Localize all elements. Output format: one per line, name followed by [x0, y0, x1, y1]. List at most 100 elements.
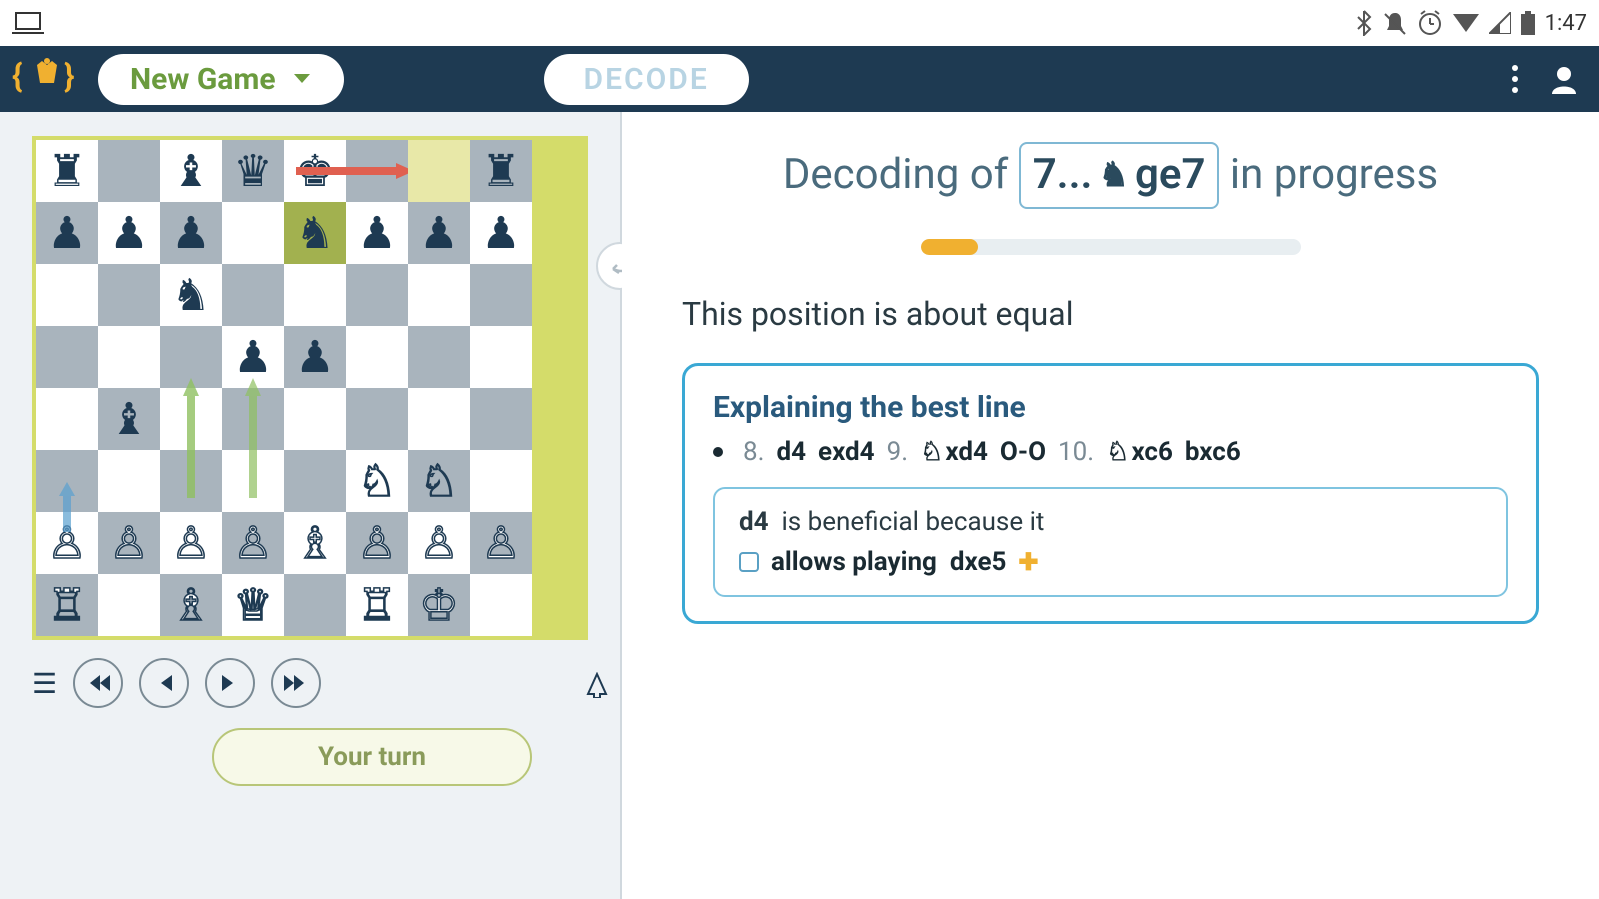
move[interactable]: exd4 [818, 437, 875, 467]
position-eval: This position is about equal [682, 295, 1539, 333]
board-square[interactable]: ♟ [470, 202, 532, 264]
board-square[interactable]: ♟ [284, 326, 346, 388]
board-square[interactable] [346, 388, 408, 450]
board-square[interactable] [408, 326, 470, 388]
prev-move-button[interactable] [139, 658, 189, 708]
board-square[interactable]: ♘ [408, 450, 470, 512]
board-square[interactable]: ♙ [36, 512, 98, 574]
chess-board[interactable]: ♜♝♛♚♜♟♟♟♞♟♟♟♞♟♟♝♘♘♙♙♙♙♗♙♙♙♖♗♕♖♔ [32, 136, 588, 640]
user-icon[interactable] [1549, 64, 1579, 94]
board-square[interactable]: ♟ [36, 202, 98, 264]
menu-icon[interactable]: ☰ [32, 667, 57, 700]
bell-off-icon [1383, 10, 1407, 36]
svg-text:}: } [64, 57, 75, 95]
board-square[interactable] [346, 140, 408, 202]
board-square[interactable] [408, 140, 470, 202]
move[interactable]: O-O [1000, 437, 1046, 467]
plus-icon[interactable]: ✚ [1018, 548, 1038, 576]
chess-piece: ♟ [357, 211, 396, 255]
board-square[interactable] [98, 326, 160, 388]
checkbox-icon[interactable] [739, 552, 759, 572]
board-square[interactable] [222, 264, 284, 326]
move[interactable]: ♘xc6 [1106, 437, 1173, 467]
collapse-icon[interactable] [586, 672, 608, 704]
board-square[interactable] [36, 264, 98, 326]
board-square[interactable]: ♟ [408, 202, 470, 264]
board-square[interactable]: ♙ [470, 512, 532, 574]
chess-piece: ♘ [419, 459, 458, 503]
board-square[interactable] [98, 264, 160, 326]
knight-icon: ♘ [1106, 437, 1129, 467]
board-square[interactable] [470, 574, 532, 636]
board-square[interactable] [284, 388, 346, 450]
board-square[interactable] [222, 202, 284, 264]
board-square[interactable] [160, 450, 222, 512]
move[interactable]: ♘xd4 [920, 437, 988, 467]
new-game-button[interactable]: New Game [98, 54, 344, 105]
move[interactable]: d4 [776, 437, 806, 467]
explain-text: d4 is beneficial because it [739, 507, 1482, 537]
next-move-button[interactable] [205, 658, 255, 708]
board-square[interactable] [346, 326, 408, 388]
board-square[interactable]: ♔ [408, 574, 470, 636]
board-square[interactable]: ♙ [160, 512, 222, 574]
board-square[interactable]: ♘ [346, 450, 408, 512]
board-square[interactable] [408, 264, 470, 326]
board-square[interactable] [346, 264, 408, 326]
svg-text:{: { [12, 57, 23, 95]
board-square[interactable]: ♟ [160, 202, 222, 264]
board-square[interactable]: ♝ [160, 140, 222, 202]
move[interactable]: bxc6 [1185, 437, 1241, 467]
board-square[interactable] [408, 388, 470, 450]
board-square[interactable]: ♟ [346, 202, 408, 264]
chess-piece: ♙ [419, 521, 458, 565]
last-move-button[interactable] [271, 658, 321, 708]
board-square[interactable]: ♙ [346, 512, 408, 574]
board-square[interactable] [284, 264, 346, 326]
board-square[interactable] [470, 264, 532, 326]
board-square[interactable] [284, 450, 346, 512]
board-square[interactable]: ♟ [98, 202, 160, 264]
board-square[interactable]: ♜ [36, 140, 98, 202]
decode-move-chip: 7... ♞ge7 [1019, 142, 1220, 209]
board-square[interactable] [98, 140, 160, 202]
more-icon[interactable] [1511, 64, 1519, 94]
board-square[interactable]: ♖ [36, 574, 98, 636]
board-square[interactable]: ♛ [222, 140, 284, 202]
board-square[interactable] [98, 574, 160, 636]
board-square[interactable] [470, 326, 532, 388]
board-square[interactable] [36, 326, 98, 388]
move-line: 8. d4 exd4 9. ♘xd4 O-O 10. ♘xc6 bxc6 [713, 437, 1508, 467]
decode-tab[interactable]: DECODE [544, 54, 749, 105]
board-square[interactable]: ♜ [470, 140, 532, 202]
app-logo[interactable]: {} [0, 55, 94, 103]
board-square[interactable]: ♗ [284, 512, 346, 574]
board-square[interactable]: ♗ [160, 574, 222, 636]
board-square[interactable] [284, 574, 346, 636]
chess-piece: ♟ [47, 211, 86, 255]
board-square[interactable] [470, 388, 532, 450]
chess-piece: ♖ [357, 583, 396, 627]
first-move-button[interactable] [73, 658, 123, 708]
turn-indicator: Your turn [212, 728, 532, 786]
board-square[interactable]: ♞ [160, 264, 222, 326]
chess-piece: ♛ [233, 149, 272, 193]
board-square[interactable] [470, 450, 532, 512]
board-square[interactable]: ♙ [222, 512, 284, 574]
board-square[interactable]: ♙ [98, 512, 160, 574]
best-line-title: Explaining the best line [713, 390, 1508, 425]
explanation-box: d4 is beneficial because it allows playi… [713, 487, 1508, 597]
decode-title: Decoding of 7... ♞ge7 in progress [682, 142, 1539, 209]
board-square[interactable]: ♕ [222, 574, 284, 636]
chess-piece: ♜ [481, 149, 520, 193]
board-square[interactable] [222, 450, 284, 512]
board-square[interactable]: ♝ [98, 388, 160, 450]
board-square[interactable]: ♙ [408, 512, 470, 574]
chess-piece: ♝ [109, 397, 148, 441]
chess-piece: ♘ [357, 459, 396, 503]
board-square[interactable]: ♖ [346, 574, 408, 636]
chess-piece: ♟ [233, 335, 272, 379]
board-square[interactable] [98, 450, 160, 512]
board-square[interactable] [36, 388, 98, 450]
board-square[interactable]: ♞ [284, 202, 346, 264]
